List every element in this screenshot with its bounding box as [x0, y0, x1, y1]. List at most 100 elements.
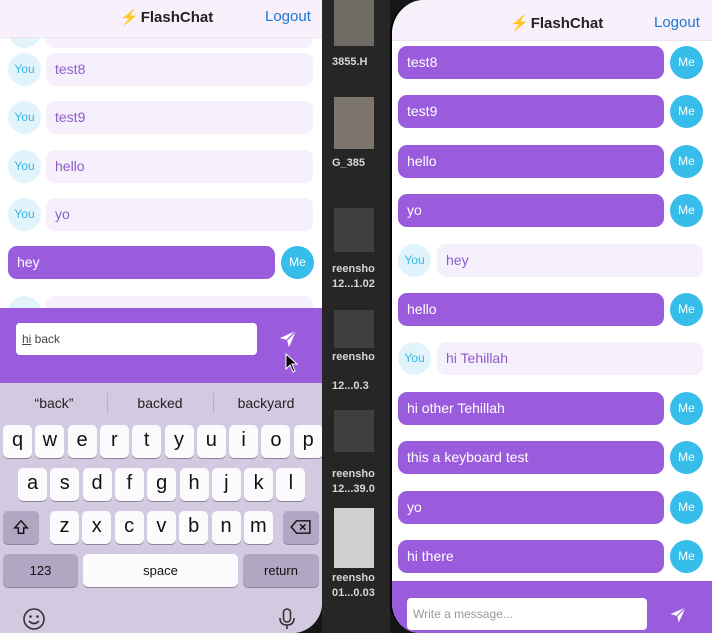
- key-u[interactable]: u: [196, 425, 226, 458]
- message-list[interactable]: Me test8 Me test9 Me hello Me yo You hey Me hello Yo…: [392, 41, 712, 581]
- send-icon[interactable]: [668, 605, 688, 625]
- their-message-row: You test9: [0, 101, 322, 135]
- desktop-files-strip: 3855.H G_385 reensho 12...1.02 reensho 1…: [322, 0, 390, 633]
- key-d[interactable]: d: [82, 468, 112, 501]
- message-row-partial: [0, 296, 322, 308]
- you-avatar: You: [8, 101, 41, 135]
- me-avatar: Me: [670, 490, 703, 524]
- key-f[interactable]: f: [114, 468, 144, 501]
- divider: [213, 393, 214, 413]
- key-x[interactable]: x: [82, 511, 112, 544]
- my-message-row: Me hi other Tehillah: [392, 391, 712, 425]
- file-label: 3855.H: [332, 56, 368, 68]
- key-g[interactable]: g: [147, 468, 177, 501]
- logout-button[interactable]: Logout: [265, 8, 311, 25]
- file-label: G_385: [332, 157, 366, 169]
- space-key[interactable]: space: [83, 554, 238, 587]
- their-message-row: You hello: [0, 149, 322, 183]
- key-h[interactable]: h: [179, 468, 209, 501]
- file-thumbnail[interactable]: [334, 508, 374, 568]
- delete-key[interactable]: [283, 511, 319, 544]
- key-s[interactable]: s: [50, 468, 80, 501]
- logout-button[interactable]: Logout: [654, 14, 700, 31]
- file-label: reensho: [332, 263, 375, 275]
- send-icon[interactable]: [277, 328, 299, 350]
- key-t[interactable]: t: [132, 425, 162, 458]
- key-o[interactable]: o: [261, 425, 291, 458]
- me-avatar: Me: [670, 441, 703, 475]
- divider: [107, 393, 108, 413]
- key-l[interactable]: l: [276, 468, 306, 501]
- key-v[interactable]: v: [146, 511, 176, 544]
- message-list[interactable]: You test8 You test9 You hello You yo Me hey: [0, 38, 322, 308]
- suggestion-backed[interactable]: backed: [112, 393, 208, 413]
- my-message-row: Me this a keyboard test: [392, 441, 712, 475]
- key-z[interactable]: z: [50, 511, 79, 544]
- message-bubble: hello: [398, 144, 664, 178]
- message-bubble: this a keyboard test: [398, 441, 664, 475]
- lightning-icon: ⚡: [120, 9, 139, 26]
- key-a[interactable]: a: [18, 468, 47, 501]
- key-m[interactable]: m: [243, 511, 273, 544]
- numbers-key[interactable]: 123: [3, 554, 78, 587]
- suggestion-backyard[interactable]: backyard: [218, 393, 314, 413]
- lightning-icon: ⚡: [510, 15, 529, 32]
- message-input[interactable]: hi back: [16, 323, 257, 355]
- message-bubble: hi other Tehillah: [398, 391, 664, 425]
- file-thumbnail[interactable]: [334, 97, 374, 149]
- key-i[interactable]: i: [229, 425, 259, 458]
- message-bubble: test8: [398, 46, 664, 79]
- message-bubble: [46, 296, 313, 308]
- key-b[interactable]: b: [179, 511, 209, 544]
- key-w[interactable]: w: [35, 425, 65, 458]
- message-bubble: hi there: [398, 540, 664, 573]
- keyboard: “back” backed backyard qwertyuiop asdfghj…: [0, 383, 322, 633]
- me-avatar: Me: [281, 246, 314, 280]
- key-y[interactable]: y: [164, 425, 194, 458]
- key-q[interactable]: q: [3, 425, 32, 458]
- app-title-text: FlashChat: [140, 9, 214, 26]
- shift-key[interactable]: [3, 511, 39, 544]
- you-avatar: You: [8, 149, 41, 183]
- message-bubble: hey: [8, 246, 275, 280]
- file-thumbnail[interactable]: [334, 0, 374, 46]
- file-label: 12...0.3: [332, 380, 369, 392]
- file-thumbnail[interactable]: [334, 310, 374, 348]
- right-phone: ⚡ FlashChat Logout Me test8 Me test9 Me hello M…: [390, 0, 712, 633]
- message-bubble: hey: [437, 243, 703, 277]
- file-thumbnail[interactable]: [334, 410, 374, 452]
- their-message-row: You test8: [0, 53, 322, 86]
- suggestion-back[interactable]: “back”: [8, 393, 100, 413]
- app-title: ⚡ FlashChat: [120, 8, 213, 26]
- key-n[interactable]: n: [211, 511, 241, 544]
- message-bubble: test8: [46, 53, 313, 86]
- you-avatar: You: [8, 197, 41, 231]
- file-thumbnail[interactable]: [334, 208, 374, 252]
- my-message-row: Me yo: [392, 194, 712, 228]
- app-title-text: FlashChat: [530, 15, 604, 32]
- my-message-row: Me test9: [392, 95, 712, 129]
- message-input[interactable]: Write a message...: [407, 598, 647, 630]
- file-label: reensho: [332, 572, 375, 584]
- me-avatar: Me: [670, 540, 703, 573]
- key-p[interactable]: p: [293, 425, 322, 458]
- message-row-partial: [0, 38, 322, 48]
- microphone-icon[interactable]: [278, 607, 296, 631]
- message-bubble: yo: [398, 490, 664, 524]
- delete-icon: [290, 520, 311, 534]
- key-c[interactable]: c: [114, 511, 144, 544]
- my-message-row: Me hello: [392, 293, 712, 326]
- key-r[interactable]: r: [99, 425, 129, 458]
- my-message-row: Me test8: [392, 46, 712, 79]
- key-j[interactable]: j: [211, 468, 241, 501]
- message-composer: hi back: [0, 308, 322, 383]
- key-k[interactable]: k: [244, 468, 274, 501]
- message-bubble: yo: [46, 197, 313, 231]
- navigation-bar: ⚡ FlashChat Logout: [392, 0, 712, 41]
- me-avatar: Me: [670, 144, 703, 178]
- emoji-icon[interactable]: [22, 607, 46, 631]
- return-key[interactable]: return: [243, 554, 319, 587]
- key-e[interactable]: e: [67, 425, 97, 458]
- mouse-cursor-icon: [285, 353, 299, 373]
- me-avatar: Me: [670, 95, 703, 129]
